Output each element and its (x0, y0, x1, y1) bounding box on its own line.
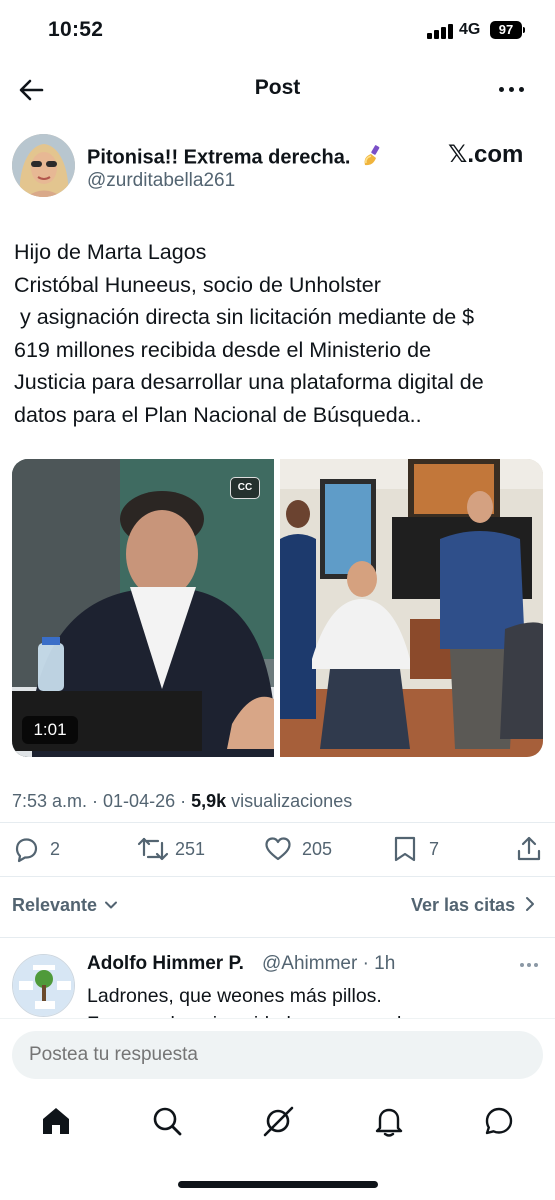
x-com-watermark: 𝕏.com (448, 141, 524, 168)
post-meta: 7:53 a.m. · 01-04-26 · 5,9k visualizacio… (12, 791, 352, 812)
post-text: Hijo de Marta Lagos Cristóbal Huneeus, s… (14, 236, 546, 431)
post-text-line: Cristóbal Huneeus, socio de Unholster (14, 272, 381, 297)
author-handle[interactable]: @zurditabella261 (87, 170, 235, 192)
repost-button[interactable]: 251 (137, 835, 217, 863)
search-icon[interactable] (150, 1104, 184, 1138)
video-thumbnail[interactable] (12, 459, 274, 757)
divider (0, 937, 555, 938)
post-text-line: y asignación directa sin licitación medi… (14, 305, 475, 329)
home-indicator (178, 1181, 378, 1188)
timestamp[interactable]: 7:53 a.m. · 01-04-26 · (12, 791, 191, 811)
ellipsis-icon[interactable] (490, 74, 534, 104)
notifications-icon[interactable] (372, 1104, 406, 1138)
reply-button[interactable]: 2 (12, 835, 72, 863)
post-text-line: 619 millones recibida desde el Ministeri… (14, 337, 432, 362)
heart-icon (265, 837, 291, 861)
reply-author-handle[interactable]: @Ahimmer · 1h (262, 953, 395, 975)
nail-polish-icon (359, 141, 387, 175)
post-text-line: Justicia para desarrollar una plataforma… (14, 370, 484, 394)
reply-icon (15, 838, 38, 863)
status-time: 10:52 (48, 18, 104, 41)
reply-author-avatar[interactable] (12, 954, 75, 1017)
like-button[interactable]: 205 (264, 835, 344, 863)
repost-icon (137, 837, 169, 861)
chevron-down-icon (104, 896, 118, 917)
repost-count: 251 (175, 839, 206, 859)
status-bar: 10:52 4G 97 (0, 0, 555, 60)
share-button[interactable] (515, 835, 543, 863)
views-label: visualizaciones (226, 791, 353, 811)
post-text-line: datos para el Plan Nacional de Búsqueda.… (14, 402, 422, 427)
reply-text-line: Ladrones, que weones más pillos. (87, 985, 382, 1007)
bookmark-button[interactable]: 7 (391, 835, 451, 863)
video-duration-badge: 1:01 (22, 716, 78, 744)
battery-icon: 97 (490, 21, 522, 39)
bookmark-count: 7 (429, 839, 440, 859)
divider (0, 822, 555, 823)
signal-icon (427, 23, 453, 39)
divider (0, 876, 555, 877)
photo-thumbnail[interactable] (280, 459, 543, 757)
reply-author-name[interactable]: Adolfo Himmer P. (87, 953, 244, 975)
sort-replies-dropdown[interactable]: Relevante (12, 895, 118, 917)
reply-count: 2 (50, 839, 61, 859)
reply-text: Ladrones, que weones más pillos. Fueron … (87, 982, 435, 1020)
messages-icon[interactable] (482, 1104, 516, 1138)
closed-captions-icon[interactable]: CC (230, 477, 260, 499)
author-name-text: Pitonisa!! Extrema derecha. (87, 146, 351, 169)
author-avatar[interactable] (12, 134, 75, 197)
sort-label: Relevante (12, 895, 98, 915)
battery-tip (523, 27, 525, 33)
bookmark-icon (394, 836, 416, 862)
post-text-line: Hijo de Marta Lagos (14, 240, 207, 264)
view-quotes-link[interactable]: Ver las citas (411, 895, 536, 917)
share-icon (517, 836, 541, 861)
network-label: 4G (459, 21, 481, 38)
like-count: 205 (302, 839, 333, 859)
page-title: Post (254, 76, 301, 99)
reply-compose-input[interactable] (12, 1031, 543, 1079)
reply-more-icon[interactable] (514, 962, 544, 970)
quotes-label: Ver las citas (411, 895, 516, 915)
chevron-right-icon (524, 896, 536, 917)
post-header: Post (0, 66, 555, 112)
grok-icon[interactable] (261, 1104, 295, 1138)
home-icon[interactable] (39, 1104, 73, 1138)
views-count: 5,9k (191, 791, 227, 811)
